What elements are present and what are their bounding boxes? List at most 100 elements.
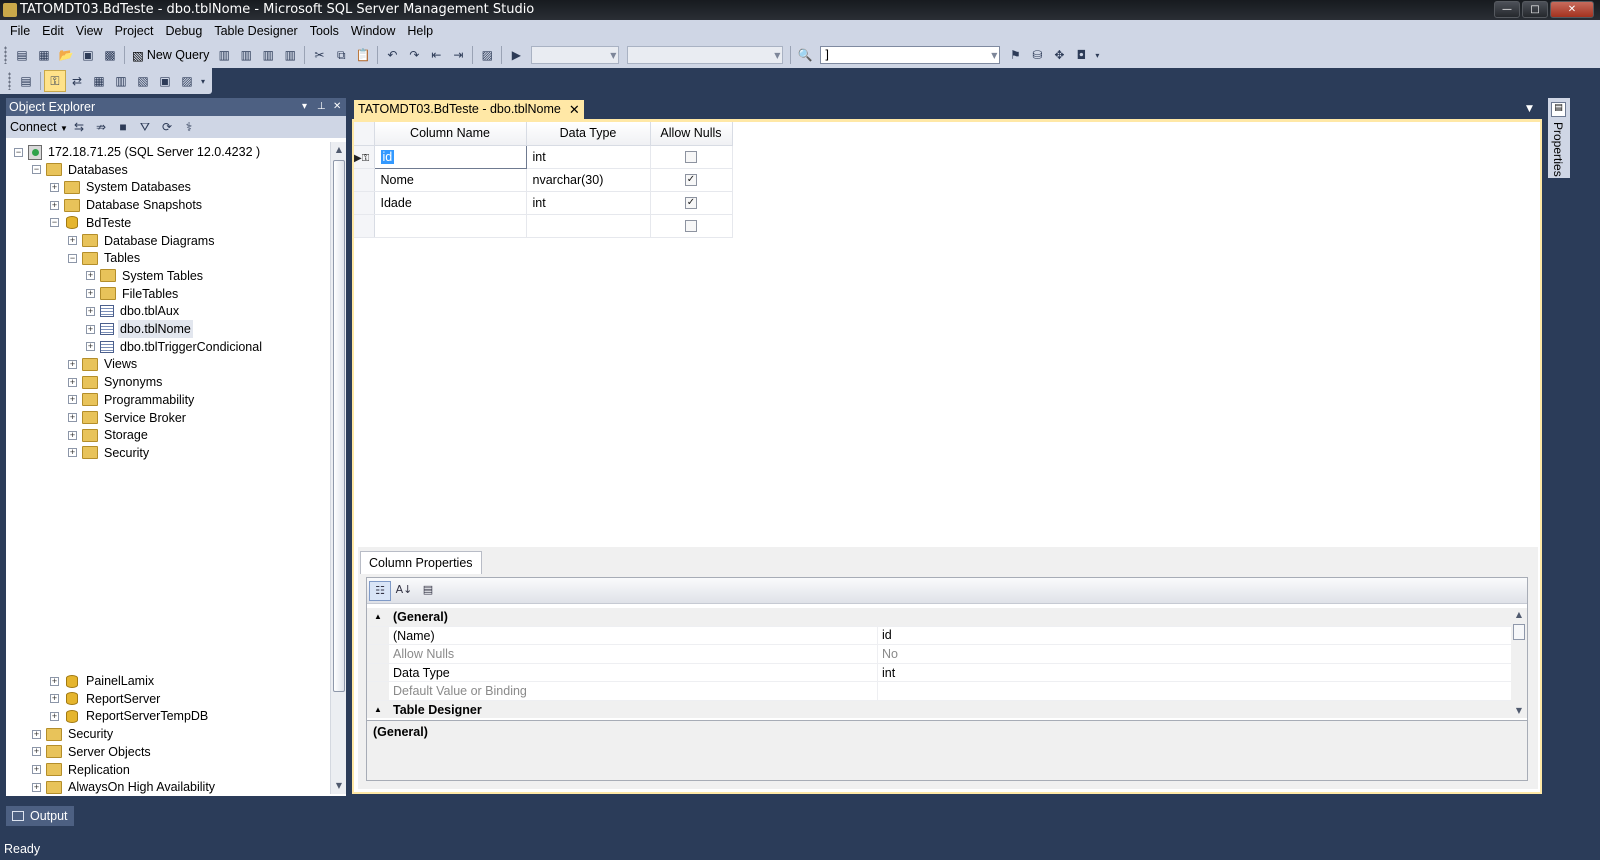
undo-icon[interactable]: ↶: [381, 44, 403, 66]
expand-icon[interactable]: +: [68, 430, 77, 440]
add-item-icon[interactable]: ▦: [33, 44, 55, 66]
expand-icon[interactable]: +: [86, 289, 95, 299]
tree-node[interactable]: − Databases: [32, 161, 130, 179]
allow-nulls-checkbox[interactable]: [685, 220, 697, 233]
manage-fulltext-icon[interactable]: ▥: [110, 70, 132, 92]
categorized-icon[interactable]: ☷: [369, 580, 391, 601]
tree-node[interactable]: + Storage: [68, 426, 150, 444]
tree-node[interactable]: + dbo.tblAux: [86, 302, 181, 320]
collapse-icon[interactable]: −: [50, 218, 59, 228]
tree-node[interactable]: + dbo.tblNome: [86, 320, 193, 338]
toolbar-grip[interactable]: [4, 46, 7, 64]
scrollbar-thumb[interactable]: [1513, 624, 1525, 640]
collapse-category-icon[interactable]: ▲: [367, 608, 389, 626]
xmla-query-icon[interactable]: ▥: [279, 44, 301, 66]
new-query-button[interactable]: ▧ New Query: [128, 44, 213, 66]
new-project-icon[interactable]: ▤: [11, 44, 33, 66]
expand-icon[interactable]: +: [50, 694, 59, 704]
tree-node[interactable]: + AlwaysOn High Availability: [32, 778, 217, 794]
filter-icon[interactable]: ⛛: [134, 116, 156, 138]
data-type-cell[interactable]: int: [526, 145, 651, 169]
tree-node[interactable]: + ReportServerTempDB: [50, 707, 210, 725]
start-debugging-icon[interactable]: ▶: [505, 44, 527, 66]
window-position-icon[interactable]: ▾: [302, 98, 307, 116]
expand-icon[interactable]: +: [32, 747, 41, 757]
expand-icon[interactable]: +: [86, 324, 95, 334]
output-autohide-tab[interactable]: Output: [6, 806, 74, 826]
manage-xml-indexes-icon[interactable]: ▧: [132, 70, 154, 92]
tree-node[interactable]: + Security: [32, 725, 115, 743]
tree-node[interactable]: + Views: [68, 355, 139, 373]
copy-icon[interactable]: ⧉: [330, 44, 352, 66]
object-explorer-scrollbar[interactable]: ▲ ▼: [330, 142, 346, 794]
manage-spatial-indexes-icon[interactable]: ▨: [176, 70, 198, 92]
tree-node[interactable]: + Server Objects: [32, 743, 153, 761]
properties-window-icon[interactable]: ✥: [1048, 44, 1070, 66]
column-name-cell[interactable]: Idade: [374, 191, 527, 215]
manage-indexes-icon[interactable]: ▦: [88, 70, 110, 92]
allow-nulls-cell[interactable]: ✓: [650, 168, 733, 192]
table-row[interactable]: [354, 214, 733, 238]
tree-node[interactable]: + Synonyms: [68, 373, 164, 391]
expand-icon[interactable]: +: [68, 377, 77, 387]
alphabetical-sort-icon[interactable]: A↓: [393, 581, 415, 601]
tree-node[interactable]: + Programmability: [68, 391, 196, 409]
expand-icon[interactable]: +: [50, 711, 59, 721]
toolbar-grip[interactable]: [8, 72, 11, 90]
toolbox-icon[interactable]: ◘: [1070, 44, 1092, 66]
property-row[interactable]: (Name) id: [367, 626, 1513, 646]
tree-node[interactable]: − BdTeste: [50, 214, 133, 232]
paste-icon[interactable]: 📋: [352, 44, 374, 66]
expand-icon[interactable]: +: [50, 200, 59, 210]
scrollbar-thumb[interactable]: [333, 160, 345, 692]
menu-edit[interactable]: Edit: [36, 20, 70, 42]
tree-node[interactable]: + PainelLamix: [50, 672, 156, 690]
collapse-category-icon[interactable]: ▲: [367, 700, 389, 718]
row-selector[interactable]: [354, 191, 375, 215]
property-row[interactable]: Data Type int: [367, 663, 1513, 683]
collapse-icon[interactable]: −: [14, 147, 23, 157]
set-primary-key-icon[interactable]: ⚿: [44, 70, 66, 92]
close-panel-icon[interactable]: ✕: [333, 98, 341, 116]
menu-view[interactable]: View: [70, 20, 109, 42]
tree-node[interactable]: + Security: [68, 444, 151, 462]
row-selector[interactable]: [354, 168, 375, 192]
database-engine-query-icon[interactable]: ▥: [213, 44, 235, 66]
table-row[interactable]: Nome nvarchar(30) ✓: [354, 168, 733, 192]
activity-monitor-icon[interactable]: ⚕: [178, 116, 200, 138]
document-tab-tblnome[interactable]: TATOMDT03.BdTeste - dbo.tblNome ✕: [354, 100, 584, 119]
expand-icon[interactable]: +: [68, 413, 77, 422]
property-value[interactable]: No: [878, 645, 898, 663]
tree-node[interactable]: + System Tables: [86, 267, 205, 285]
expand-icon[interactable]: +: [32, 765, 41, 774]
tree-node[interactable]: + dbo.tblTriggerCondicional: [86, 338, 264, 356]
expand-icon[interactable]: +: [86, 271, 95, 281]
scroll-down-icon[interactable]: ▼: [1511, 704, 1527, 718]
close-window-button[interactable]: ✕: [1550, 1, 1594, 18]
expand-icon[interactable]: +: [68, 236, 77, 245]
property-value[interactable]: int: [878, 664, 895, 682]
data-type-cell[interactable]: [526, 214, 651, 238]
tree-node[interactable]: + Service Broker: [68, 409, 188, 427]
registered-servers-icon[interactable]: ⚑: [1004, 44, 1026, 66]
allow-nulls-cell[interactable]: [650, 214, 733, 238]
expand-icon[interactable]: +: [68, 359, 77, 369]
scroll-up-icon[interactable]: ▲: [1511, 608, 1527, 622]
save-all-icon[interactable]: ▩: [99, 44, 121, 66]
allow-nulls-checkbox[interactable]: ✓: [685, 174, 697, 187]
relationships-icon[interactable]: ⇄: [66, 70, 88, 92]
manage-check-constraints-icon[interactable]: ▣: [154, 70, 176, 92]
expand-icon[interactable]: +: [68, 395, 77, 405]
property-category[interactable]: ▲ Table Designer: [367, 700, 1513, 718]
table-row[interactable]: ▶⚿ id int: [354, 144, 733, 169]
expand-icon[interactable]: +: [50, 676, 59, 686]
dmx-query-icon[interactable]: ▥: [257, 44, 279, 66]
allow-nulls-checkbox[interactable]: ✓: [685, 197, 697, 210]
expand-icon[interactable]: +: [86, 306, 95, 316]
menu-debug[interactable]: Debug: [159, 20, 208, 42]
menu-tools[interactable]: Tools: [304, 20, 345, 42]
maximize-button[interactable]: □: [1522, 1, 1548, 18]
property-value[interactable]: id: [878, 626, 892, 644]
redo-icon[interactable]: ↷: [403, 44, 425, 66]
table-row[interactable]: Idade int ✓: [354, 191, 733, 215]
